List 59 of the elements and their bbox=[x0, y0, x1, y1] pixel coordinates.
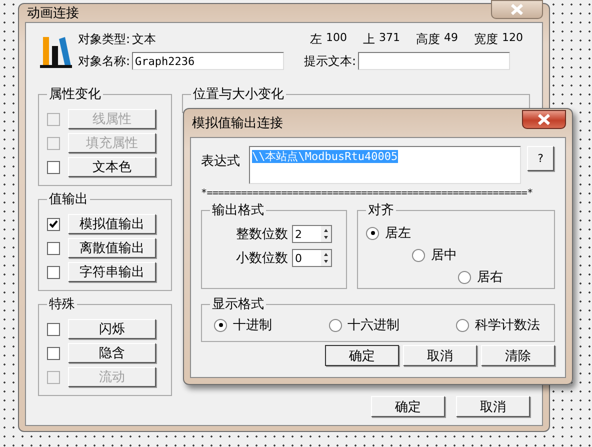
option-button[interactable]: 模拟值输出 bbox=[68, 214, 156, 234]
tip-text-label: 提示文本: bbox=[304, 52, 356, 70]
checkbox[interactable] bbox=[47, 218, 60, 230]
close-icon bbox=[537, 114, 551, 124]
checkbox[interactable] bbox=[47, 242, 60, 254]
spin-arrows-icon[interactable] bbox=[321, 226, 331, 242]
close-button[interactable] bbox=[522, 110, 566, 128]
radio-option[interactable]: 十六进制 bbox=[328, 315, 400, 335]
option-button[interactable]: 离散值输出 bbox=[68, 238, 156, 258]
object-type-label: 对象类型: bbox=[78, 30, 130, 48]
dialog-button[interactable]: 取消 bbox=[403, 345, 477, 366]
field-label: 小数位数 bbox=[236, 250, 288, 267]
tip-text-field[interactable] bbox=[358, 52, 510, 70]
spin-field[interactable]: 2 bbox=[292, 225, 332, 243]
dialog-button[interactable]: 确定 bbox=[325, 345, 399, 366]
radio-option[interactable]: 居右 bbox=[458, 267, 546, 287]
position-label: 左 bbox=[310, 30, 322, 48]
window-title: 模拟值输出连接 bbox=[191, 115, 283, 132]
spin-arrows-icon[interactable] bbox=[321, 250, 331, 266]
option-button[interactable]: 隐含 bbox=[68, 343, 156, 363]
radio-option[interactable]: 科学计数法 bbox=[456, 315, 540, 335]
group-title: 属性变化 bbox=[48, 86, 102, 103]
field-label: 整数位数 bbox=[236, 226, 288, 243]
help-button[interactable]: ? bbox=[527, 146, 554, 171]
separator-text: *========================================================* bbox=[201, 188, 534, 199]
checkbox[interactable] bbox=[47, 322, 60, 336]
close-icon bbox=[510, 4, 524, 14]
radio-option[interactable]: 十进制 bbox=[214, 315, 272, 335]
group-title: 对齐 bbox=[367, 202, 395, 219]
object-name-field[interactable]: Graph2236 bbox=[132, 52, 284, 70]
radio-option[interactable]: 居中 bbox=[412, 245, 546, 265]
spin-field[interactable]: 0 bbox=[292, 249, 332, 267]
position-value: 100 bbox=[326, 30, 348, 46]
checkbox[interactable] bbox=[47, 266, 60, 278]
group-title: 输出格式 bbox=[211, 202, 265, 219]
option-button[interactable]: 文本色 bbox=[68, 157, 156, 177]
dialog-button[interactable]: 确定 bbox=[371, 396, 445, 417]
option-button[interactable]: 闪烁 bbox=[68, 319, 156, 339]
object-name-label: 对象名称: bbox=[78, 52, 130, 70]
group-title: 位置与大小变化 bbox=[192, 86, 285, 103]
window-title: 动画连接 bbox=[26, 5, 79, 22]
position-value: 120 bbox=[502, 30, 524, 46]
position-label: 上 bbox=[363, 30, 376, 48]
expression-label: 表达式 bbox=[201, 153, 241, 170]
checkbox[interactable] bbox=[47, 160, 60, 174]
position-value: 49 bbox=[444, 30, 458, 46]
group-title: 显示格式 bbox=[211, 296, 265, 313]
position-label: 高度 bbox=[416, 30, 440, 48]
object-type-value: 文本 bbox=[132, 30, 158, 48]
dialog-button[interactable]: 清除 bbox=[481, 345, 555, 366]
dialog-button[interactable]: 取消 bbox=[456, 396, 530, 417]
option-button[interactable]: 字符串输出 bbox=[68, 262, 156, 282]
group-title: 特殊 bbox=[48, 296, 76, 313]
radio-option[interactable]: 居左 bbox=[366, 223, 546, 243]
position-value: 371 bbox=[379, 30, 400, 46]
books-icon bbox=[40, 35, 72, 69]
checkbox[interactable] bbox=[47, 346, 60, 360]
position-label: 宽度 bbox=[474, 30, 498, 48]
group-title: 值输出 bbox=[48, 191, 89, 208]
